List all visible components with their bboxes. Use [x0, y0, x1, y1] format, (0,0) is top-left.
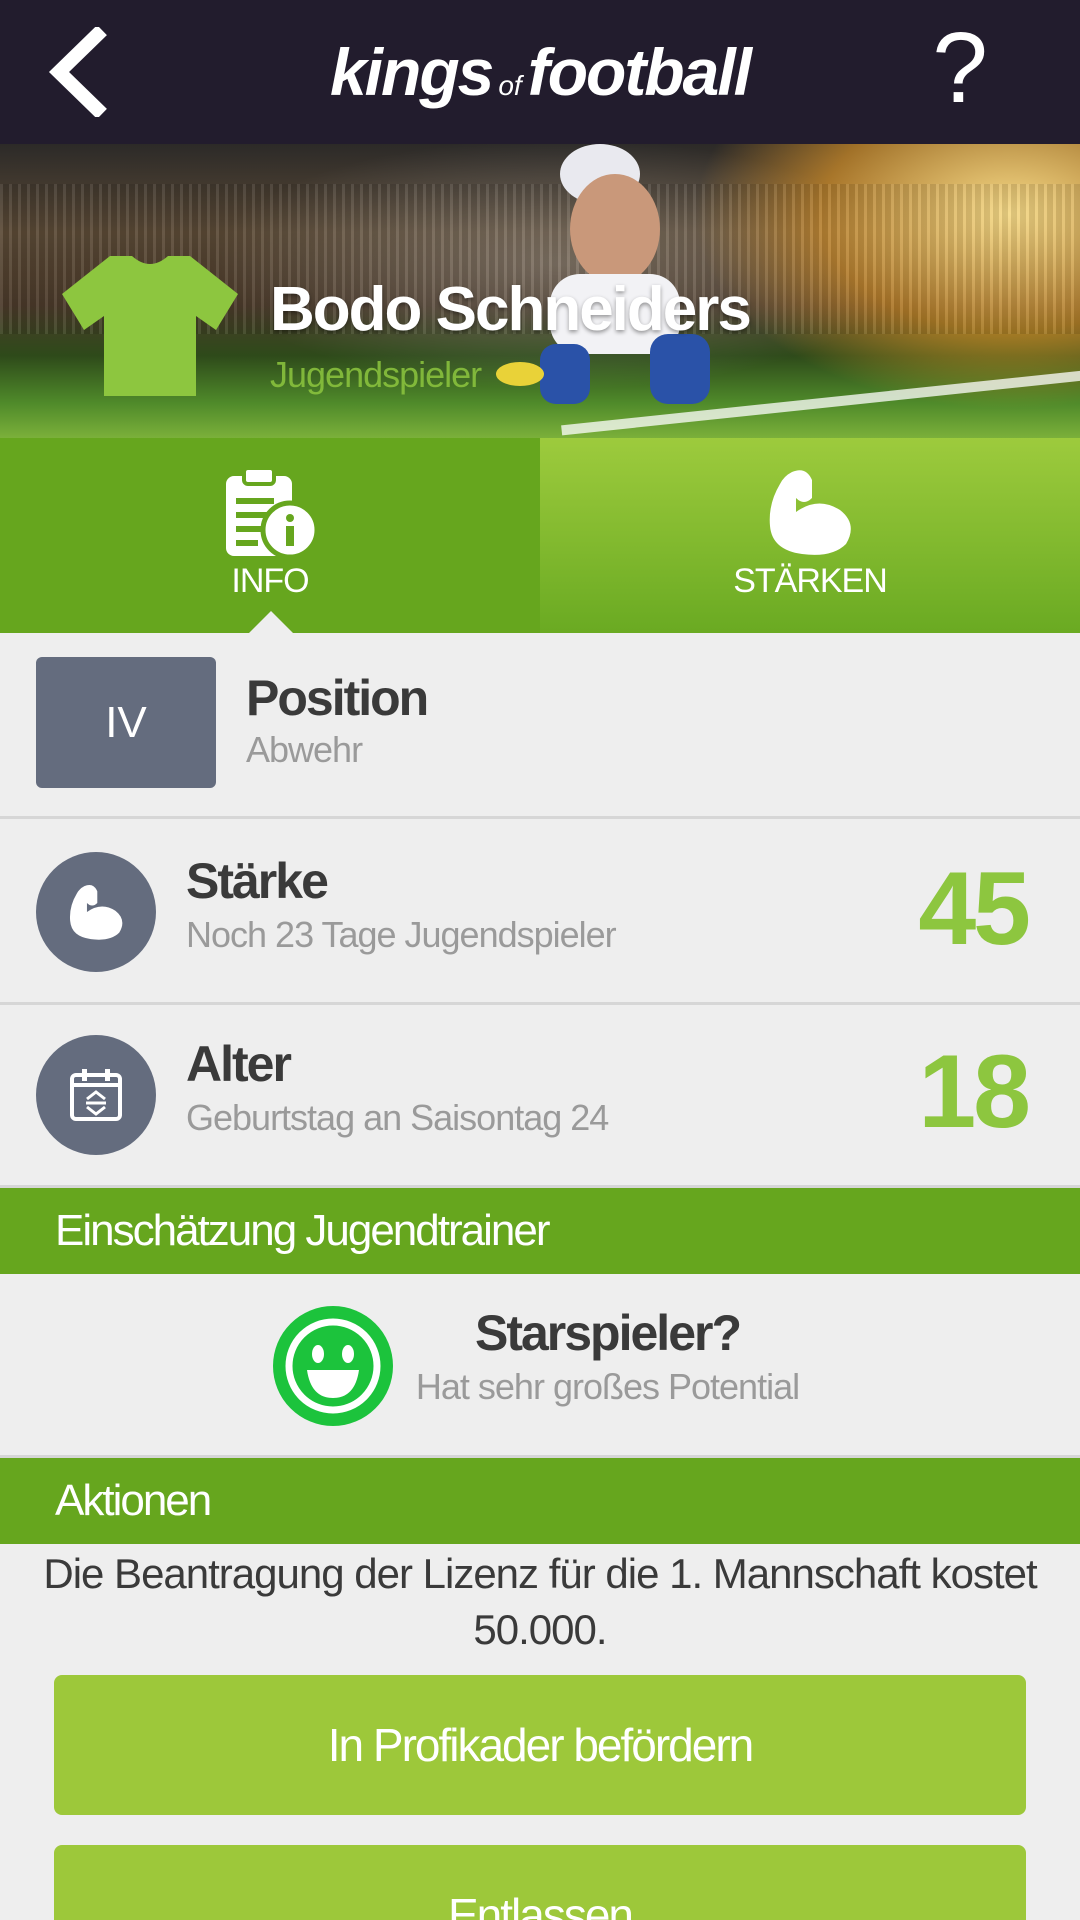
license-cost-text: Die Beantragung der Lizenz für die 1. Ma… [43, 1550, 1037, 1653]
dismiss-player-button[interactable]: Entlassen [54, 1845, 1026, 1920]
shirt-icon [62, 256, 238, 396]
tab-info-label: INFO [231, 562, 309, 600]
logo-text-football: football [527, 35, 752, 109]
age-title: Alter [186, 1036, 292, 1092]
promote-to-pro-button[interactable]: In Profikader befördern [54, 1675, 1026, 1815]
coach-assessment-title: Starspieler? [474, 1305, 742, 1361]
age-value: 18 [918, 1034, 1031, 1150]
age-row: Alter Geburtstag an Saisontag 24 18 [0, 1005, 1080, 1188]
strength-icon-circle [36, 852, 156, 972]
flexed-arm-icon [769, 470, 851, 555]
strength-value: 45 [918, 851, 1031, 967]
position-title: Position [246, 670, 429, 726]
clipboard-info-icon [226, 466, 320, 558]
strength-title: Stärke [186, 853, 329, 909]
player-name: Bodo Schneiders [270, 275, 752, 344]
tab-info[interactable]: INFO [0, 438, 540, 633]
coach-assessment-row: Starspieler? Hat sehr großes Potential [0, 1274, 1080, 1458]
calendar-icon [70, 1069, 122, 1121]
actions-header: Aktionen [0, 1458, 1080, 1544]
coach-assessment-header: Einschätzung Jugendtrainer [0, 1188, 1080, 1274]
coach-assessment-subtitle: Hat sehr großes Potential [415, 1366, 800, 1407]
tab-strengths[interactable]: STÄRKEN [540, 438, 1080, 633]
top-bar: kings offootball ? [0, 0, 1080, 144]
tab-strengths-label: STÄRKEN [733, 562, 888, 600]
position-row: IV Position Abwehr [0, 633, 1080, 819]
position-badge: IV [36, 657, 216, 788]
strength-row: Stärke Noch 23 Tage Jugendspieler 45 [0, 822, 1080, 1005]
age-subtitle: Geburtstag an Saisontag 24 [186, 1097, 609, 1138]
logo-text-of: of [498, 70, 522, 101]
position-value: Abwehr [246, 729, 363, 770]
flexed-arm-icon [69, 885, 123, 940]
help-button[interactable]: ? [910, 18, 1010, 118]
strength-subtitle: Noch 23 Tage Jugendspieler [186, 914, 617, 955]
age-icon-circle [36, 1035, 156, 1155]
active-tab-pointer [249, 611, 293, 633]
player-status: Jugendspieler [270, 354, 482, 395]
tab-bar: INFO STÄRKEN [0, 438, 1080, 633]
player-hero-banner: Bodo Schneiders Jugendspieler [0, 144, 1080, 438]
logo-text-kings: kings [329, 35, 494, 109]
